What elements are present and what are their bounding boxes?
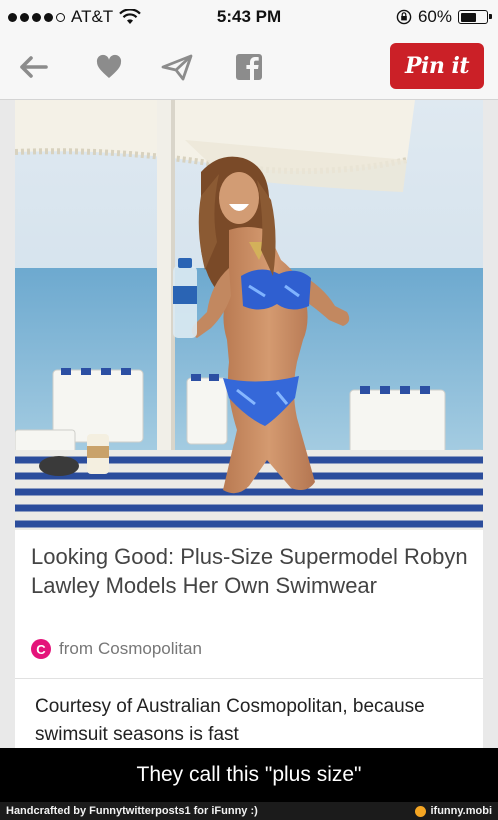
battery-icon — [458, 10, 492, 24]
pin-it-button[interactable]: Pin it — [390, 43, 484, 89]
pin-card: Looking Good: Plus-Size Supermodel Robyn… — [15, 100, 483, 682]
heart-icon[interactable] — [92, 51, 126, 83]
send-icon[interactable] — [160, 51, 194, 83]
brand-text: ifunny.mobi — [430, 805, 492, 817]
wifi-icon — [119, 9, 141, 24]
cosmopolitan-logo-icon: C — [31, 639, 51, 659]
facebook-icon[interactable] — [232, 51, 266, 83]
ifunny-brand: ifunny.mobi — [415, 805, 492, 817]
source-prefix: from — [59, 639, 93, 658]
ifunny-logo-icon — [415, 805, 427, 817]
carrier-label: AT&T — [71, 7, 114, 26]
pin-toolbar: Pin it — [0, 34, 498, 100]
pin-description: Courtesy of Australian Cosmopolitan, bec… — [35, 696, 425, 745]
pin-title[interactable]: Looking Good: Plus-Size Supermodel Robyn… — [31, 542, 471, 600]
credit-text: Handcrafted by Funnytwitterposts1 for iF… — [6, 805, 258, 817]
battery-percent: 60% — [417, 7, 452, 26]
source-name: Cosmopolitan — [98, 639, 202, 658]
signal-dots-icon — [8, 12, 65, 22]
status-bar: AT&T 5:43 PM 60% — [0, 0, 498, 34]
pin-description-card: Courtesy of Australian Cosmopolitan, bec… — [15, 678, 483, 750]
pin-source[interactable]: C from Cosmopolitan — [31, 638, 202, 660]
meme-footer: Handcrafted by Funnytwitterposts1 for iF… — [0, 802, 498, 820]
pin-image[interactable] — [15, 100, 483, 530]
back-arrow-icon[interactable] — [16, 51, 50, 83]
meme-caption: They call this "plus size" — [0, 748, 498, 802]
rotation-lock-icon — [396, 9, 412, 25]
